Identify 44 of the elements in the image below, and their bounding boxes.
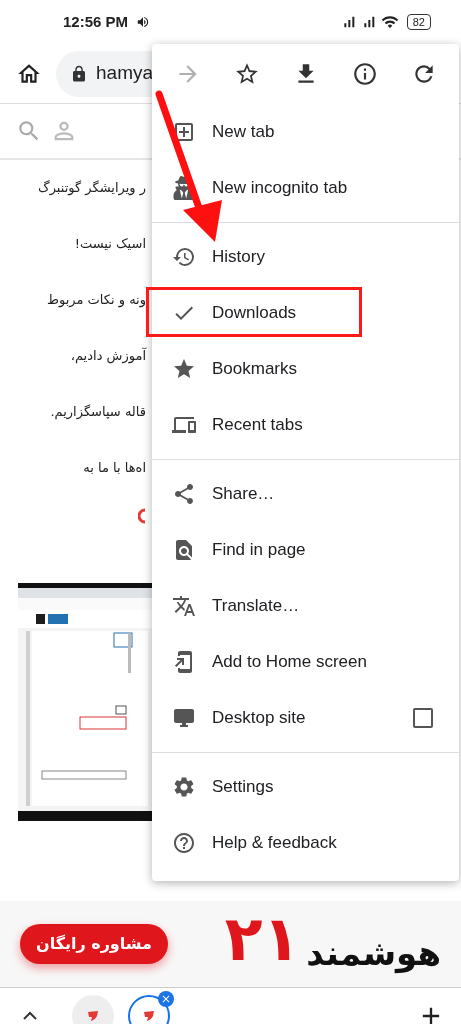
tab-thumbnail[interactable] (128, 994, 170, 1024)
menu-item[interactable]: Share… (152, 466, 459, 522)
ring-icon (138, 508, 146, 524)
article-text: قاله سپاسگزاریم. (50, 403, 146, 422)
menu-item[interactable]: New incognito tab (152, 160, 459, 216)
settings-icon (172, 775, 196, 799)
clock-time: 12:56 PM (63, 11, 129, 32)
menu-item[interactable]: Bookmarks (152, 341, 459, 397)
checkbox[interactable] (413, 708, 433, 728)
article-text: ر ویرایشگر گوتنبرگ (38, 179, 146, 198)
article-text: اه‌ها با ما به (83, 459, 146, 478)
translate-icon (172, 594, 196, 618)
article-text: ونه و نکات مربوط (46, 291, 146, 310)
article-text: آموزش دادیم، (70, 346, 146, 366)
site-favicon-icon (86, 1008, 100, 1023)
site-favicon-icon (142, 1008, 156, 1023)
monitor-icon (172, 706, 196, 730)
tab-thumbnail[interactable] (72, 994, 114, 1024)
consultation-button[interactable]: مشاوره رایگان (20, 924, 168, 964)
share-icon (172, 482, 196, 506)
info-icon (351, 61, 378, 87)
close-tab-button[interactable] (158, 990, 174, 1007)
banner-number: ۲۱ (224, 908, 301, 970)
menu-item[interactable]: Downloads (152, 285, 459, 341)
menu-item[interactable]: Desktop site (152, 690, 459, 746)
battery-indicator: 82 (406, 14, 431, 30)
chevron-up-icon (23, 1011, 37, 1020)
menu-item[interactable]: Settings (152, 759, 459, 815)
menu-item[interactable]: Find in page (152, 522, 459, 578)
new-tab-icon (172, 120, 196, 144)
article-text: اسیک نیست! (74, 235, 146, 254)
menu-item[interactable]: Add to Home screen (152, 634, 459, 690)
lock-icon (70, 64, 88, 83)
menu-item[interactable]: Help & feedback (152, 815, 459, 871)
history-icon (172, 245, 196, 269)
help-icon (172, 831, 196, 855)
menu-item[interactable]: New tab (152, 104, 459, 160)
menu-item[interactable]: Translate… (152, 578, 459, 634)
star-icon (172, 357, 196, 381)
menu-item[interactable]: Recent tabs (152, 397, 459, 453)
menu-item[interactable]: History (152, 229, 459, 285)
url-text: hamya (96, 61, 154, 86)
volume-icon (136, 15, 151, 29)
wifi-icon (380, 13, 399, 31)
